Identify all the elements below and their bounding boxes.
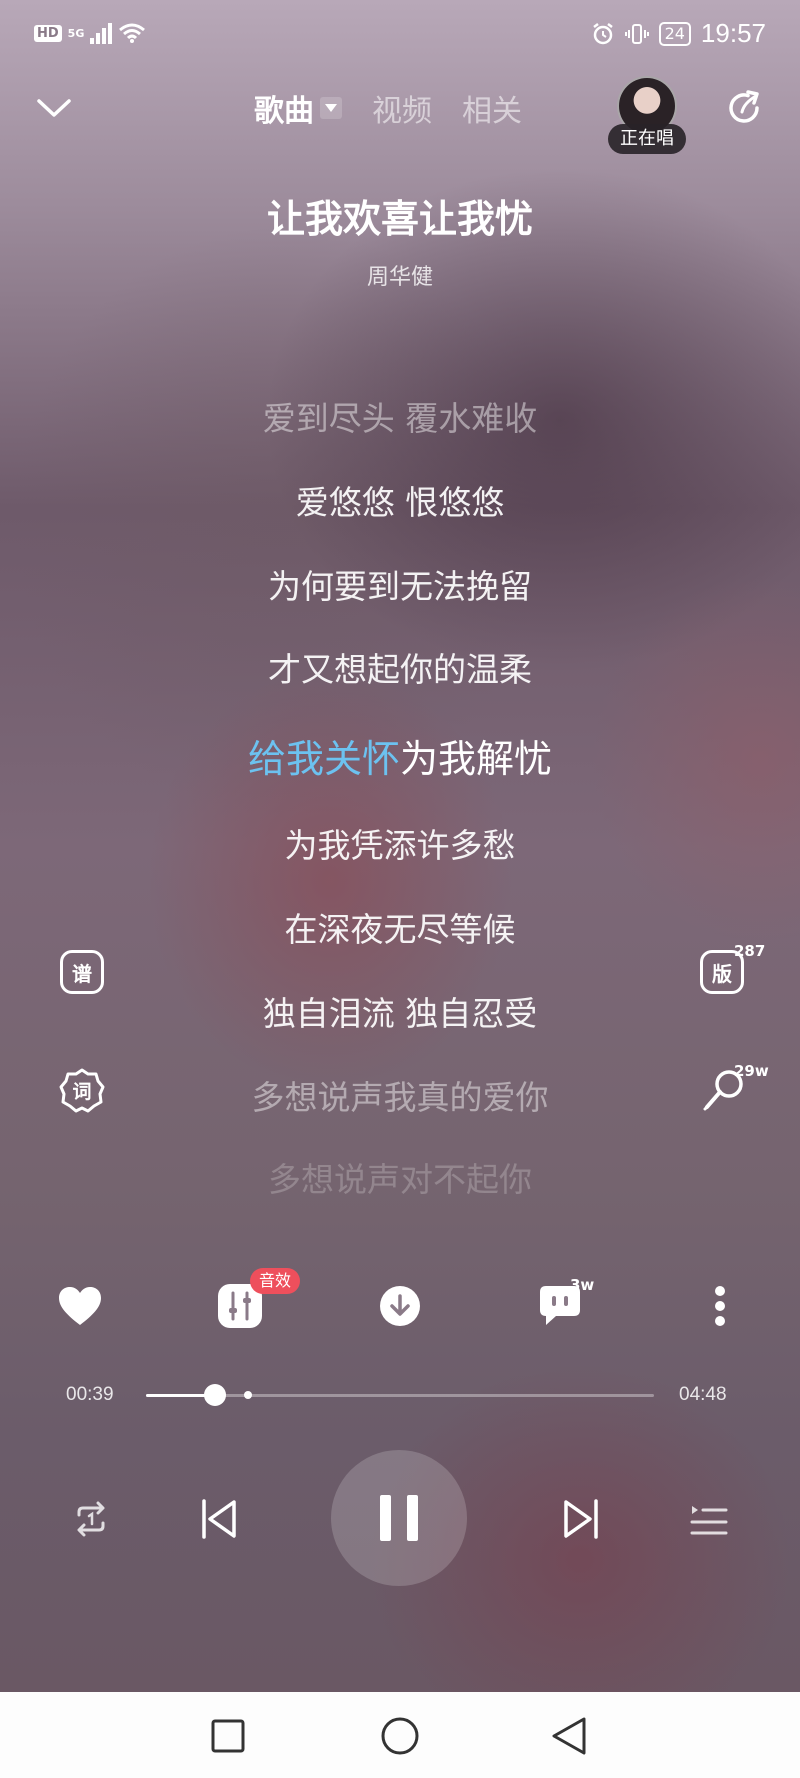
download-icon [380, 1286, 420, 1326]
lyric-line: 爱悠悠 恨悠悠 [295, 483, 505, 522]
next-button[interactable] [558, 1494, 604, 1544]
lyric-unsung-part: 为我解忧 [400, 737, 553, 781]
pause-button[interactable] [331, 1450, 467, 1586]
previous-button[interactable] [196, 1494, 242, 1544]
status-bar: HD 5G 24 19:57 [0, 0, 800, 72]
more-vertical-icon [715, 1286, 725, 1326]
elapsed-time: 00:39 [66, 1384, 114, 1405]
share-icon [729, 90, 759, 123]
lyric-line: 多想说声对不起你 [268, 1160, 532, 1199]
lyric-line: 多想说声我真的爱你 [251, 1078, 549, 1117]
tab-song-label: 歌曲 [254, 94, 314, 129]
repeat-mode-button[interactable] [68, 1496, 114, 1542]
system-nav-bar [0, 1692, 800, 1778]
now-singing-badge: 正在唱 [608, 124, 686, 154]
singer-avatar-button[interactable]: 正在唱 [608, 76, 686, 154]
lyrics-poster-button[interactable]: 词 [58, 1066, 106, 1114]
sing-count: 29w [734, 1062, 769, 1080]
download-button[interactable] [376, 1282, 424, 1330]
lyric-line-current: 给我关怀为我解忧 [0, 728, 800, 783]
alarm-icon [592, 22, 613, 44]
signal-icon [90, 22, 113, 44]
tab-video[interactable]: 视频 [372, 86, 432, 130]
back-icon[interactable] [550, 1716, 588, 1756]
hd-indicator: HD [34, 24, 62, 42]
tab-bar: 歌曲 视频 相关 [254, 86, 522, 130]
vibrate-icon [624, 23, 649, 44]
lyric-line: 在深夜无尽等候 [284, 910, 516, 949]
playlist-icon [690, 1506, 728, 1535]
progress-slider[interactable] [146, 1384, 654, 1406]
battery-icon: 24 [658, 21, 691, 46]
version-label: 版 [712, 961, 732, 986]
caret-down-icon [320, 97, 342, 119]
lyric-line: 为我凭添许多愁 [284, 826, 516, 865]
skip-next-icon [564, 1499, 598, 1539]
tab-related[interactable]: 相关 [462, 86, 522, 130]
heart-icon [59, 1287, 101, 1325]
highlight-marker [243, 1391, 252, 1399]
lyric-line: 为何要到无法挽留 [268, 567, 532, 606]
more-button[interactable] [696, 1282, 744, 1330]
lyrics-poster-label: 词 [72, 1080, 92, 1103]
lyric-line: 独自泪流 独自忍受 [262, 994, 538, 1033]
pause-icon [380, 1495, 391, 1541]
skip-previous-icon [202, 1499, 236, 1539]
sound-effect-badge: 音效 [250, 1268, 301, 1294]
share-button[interactable] [722, 86, 766, 130]
version-count: 287 [734, 942, 766, 960]
repeat-icon [77, 1501, 105, 1537]
progress-thumb[interactable] [203, 1384, 226, 1406]
home-icon[interactable] [380, 1716, 420, 1756]
tab-song[interactable]: 歌曲 [254, 86, 342, 130]
wifi-icon [119, 23, 146, 43]
sheet-music-label: 谱 [72, 961, 92, 986]
network-type: 5G [67, 26, 85, 40]
total-time: 04:48 [679, 1384, 727, 1405]
lyric-line: 爱到尽头 覆水难收 [262, 399, 538, 438]
recent-apps-icon[interactable] [210, 1718, 246, 1754]
lyric-line: 才又想起你的温柔 [268, 650, 532, 689]
pause-icon [407, 1495, 418, 1541]
song-title: 让我欢喜让我忧 [266, 197, 533, 241]
sheet-music-button[interactable]: 谱 [60, 950, 104, 994]
clock: 19:57 [700, 18, 766, 48]
comment-count: 3w [570, 1276, 595, 1294]
chevron-down-icon [37, 99, 71, 117]
collapse-button[interactable] [34, 88, 74, 128]
song-artist[interactable]: 周华健 [0, 259, 800, 291]
playlist-button[interactable] [686, 1496, 732, 1542]
like-button[interactable] [56, 1282, 104, 1330]
lyric-sung-part: 给我关怀 [247, 737, 400, 781]
